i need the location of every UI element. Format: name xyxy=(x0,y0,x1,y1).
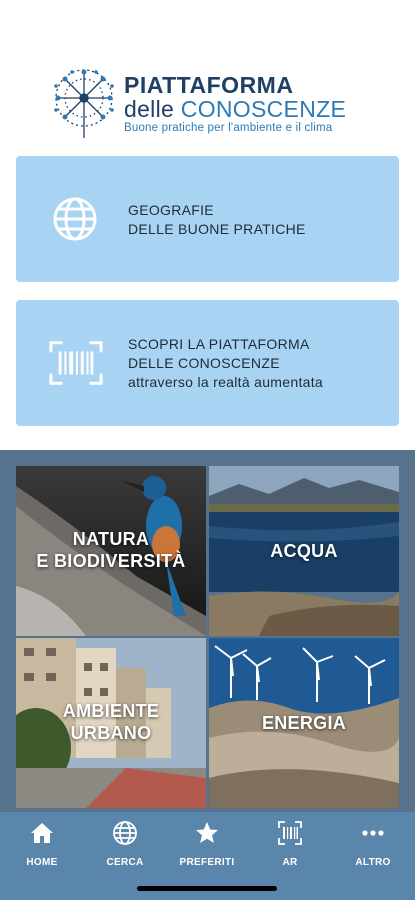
tile-urbano-line2: URBANO xyxy=(70,723,152,743)
logo-title-delle: delle xyxy=(124,96,181,122)
scopri-line3: attraverso la realtà aumentata xyxy=(128,374,323,390)
scopri-ar-card[interactable]: SCOPRI LA PIATTAFORMA DELLE CONOSCENZE a… xyxy=(16,300,399,426)
logo-title-line2: delle CONOSCENZE xyxy=(124,96,346,123)
tile-natura-line1: NATURA xyxy=(72,529,150,549)
scopri-line1: SCOPRI LA PIATTAFORMA xyxy=(128,336,310,352)
tab-ar[interactable]: AR xyxy=(255,820,325,868)
tile-natura-biodiversita[interactable]: NATURA E BIODIVERSITÀ xyxy=(16,466,206,636)
home-icon xyxy=(31,823,53,843)
tab-home[interactable]: HOME xyxy=(7,820,77,868)
star-icon xyxy=(196,822,218,843)
geografie-line1: GEOGRAFIE xyxy=(128,202,214,218)
tab-cerca-label: CERCA xyxy=(106,857,144,868)
app-logo: PIATTAFORMA delle CONOSCENZE Buone prati… xyxy=(48,66,378,141)
logo-tagline: Buone pratiche per l'ambiente e il clima xyxy=(124,122,333,134)
tile-urbano-label: AMBIENTE URBANO xyxy=(16,700,206,744)
scopri-card-text: SCOPRI LA PIATTAFORMA DELLE CONOSCENZE a… xyxy=(128,335,323,392)
tile-acqua[interactable]: ACQUA xyxy=(209,466,399,636)
tab-altro-label: ALTRO xyxy=(355,857,391,868)
home-indicator[interactable] xyxy=(137,886,277,891)
home-screen: PIATTAFORMA delle CONOSCENZE Buone prati… xyxy=(0,0,415,900)
tab-ar-label: AR xyxy=(282,857,298,868)
geografie-card-text: GEOGRAFIE DELLE BUONE PRATICHE xyxy=(128,201,306,239)
tile-acqua-label: ACQUA xyxy=(270,541,338,561)
barcode-scan-icon xyxy=(49,341,103,385)
tab-cerca[interactable]: CERCA xyxy=(90,820,160,868)
barcode-scan-icon xyxy=(278,821,302,845)
geografie-card[interactable]: GEOGRAFIE DELLE BUONE PRATICHE xyxy=(16,156,399,282)
tab-preferiti[interactable]: PREFERITI xyxy=(172,820,242,868)
tile-natura-label: NATURA E BIODIVERSITÀ xyxy=(16,528,206,572)
scopri-line2: DELLE CONOSCENZE xyxy=(128,355,280,371)
logo-title-line1: PIATTAFORMA xyxy=(124,72,294,98)
geografie-line2: DELLE BUONE PRATICHE xyxy=(128,221,306,237)
logo-title-conoscenze: CONOSCENZE xyxy=(180,96,347,122)
tile-energia[interactable]: ENERGIA xyxy=(209,638,399,808)
tile-natura-line2: E BIODIVERSITÀ xyxy=(36,551,186,571)
globe-icon xyxy=(113,821,137,845)
globe-icon xyxy=(53,197,97,241)
tile-energia-label: ENERGIA xyxy=(261,713,347,733)
dandelion-logo-icon xyxy=(54,69,114,138)
tile-urbano-line1: AMBIENTE xyxy=(62,701,160,721)
tile-ambiente-urbano[interactable]: AMBIENTE URBANO xyxy=(16,638,206,808)
tab-home-label: HOME xyxy=(26,857,58,868)
more-icon xyxy=(362,830,384,836)
tab-altro[interactable]: ALTRO xyxy=(338,820,408,868)
tab-preferiti-label: PREFERITI xyxy=(179,857,235,868)
